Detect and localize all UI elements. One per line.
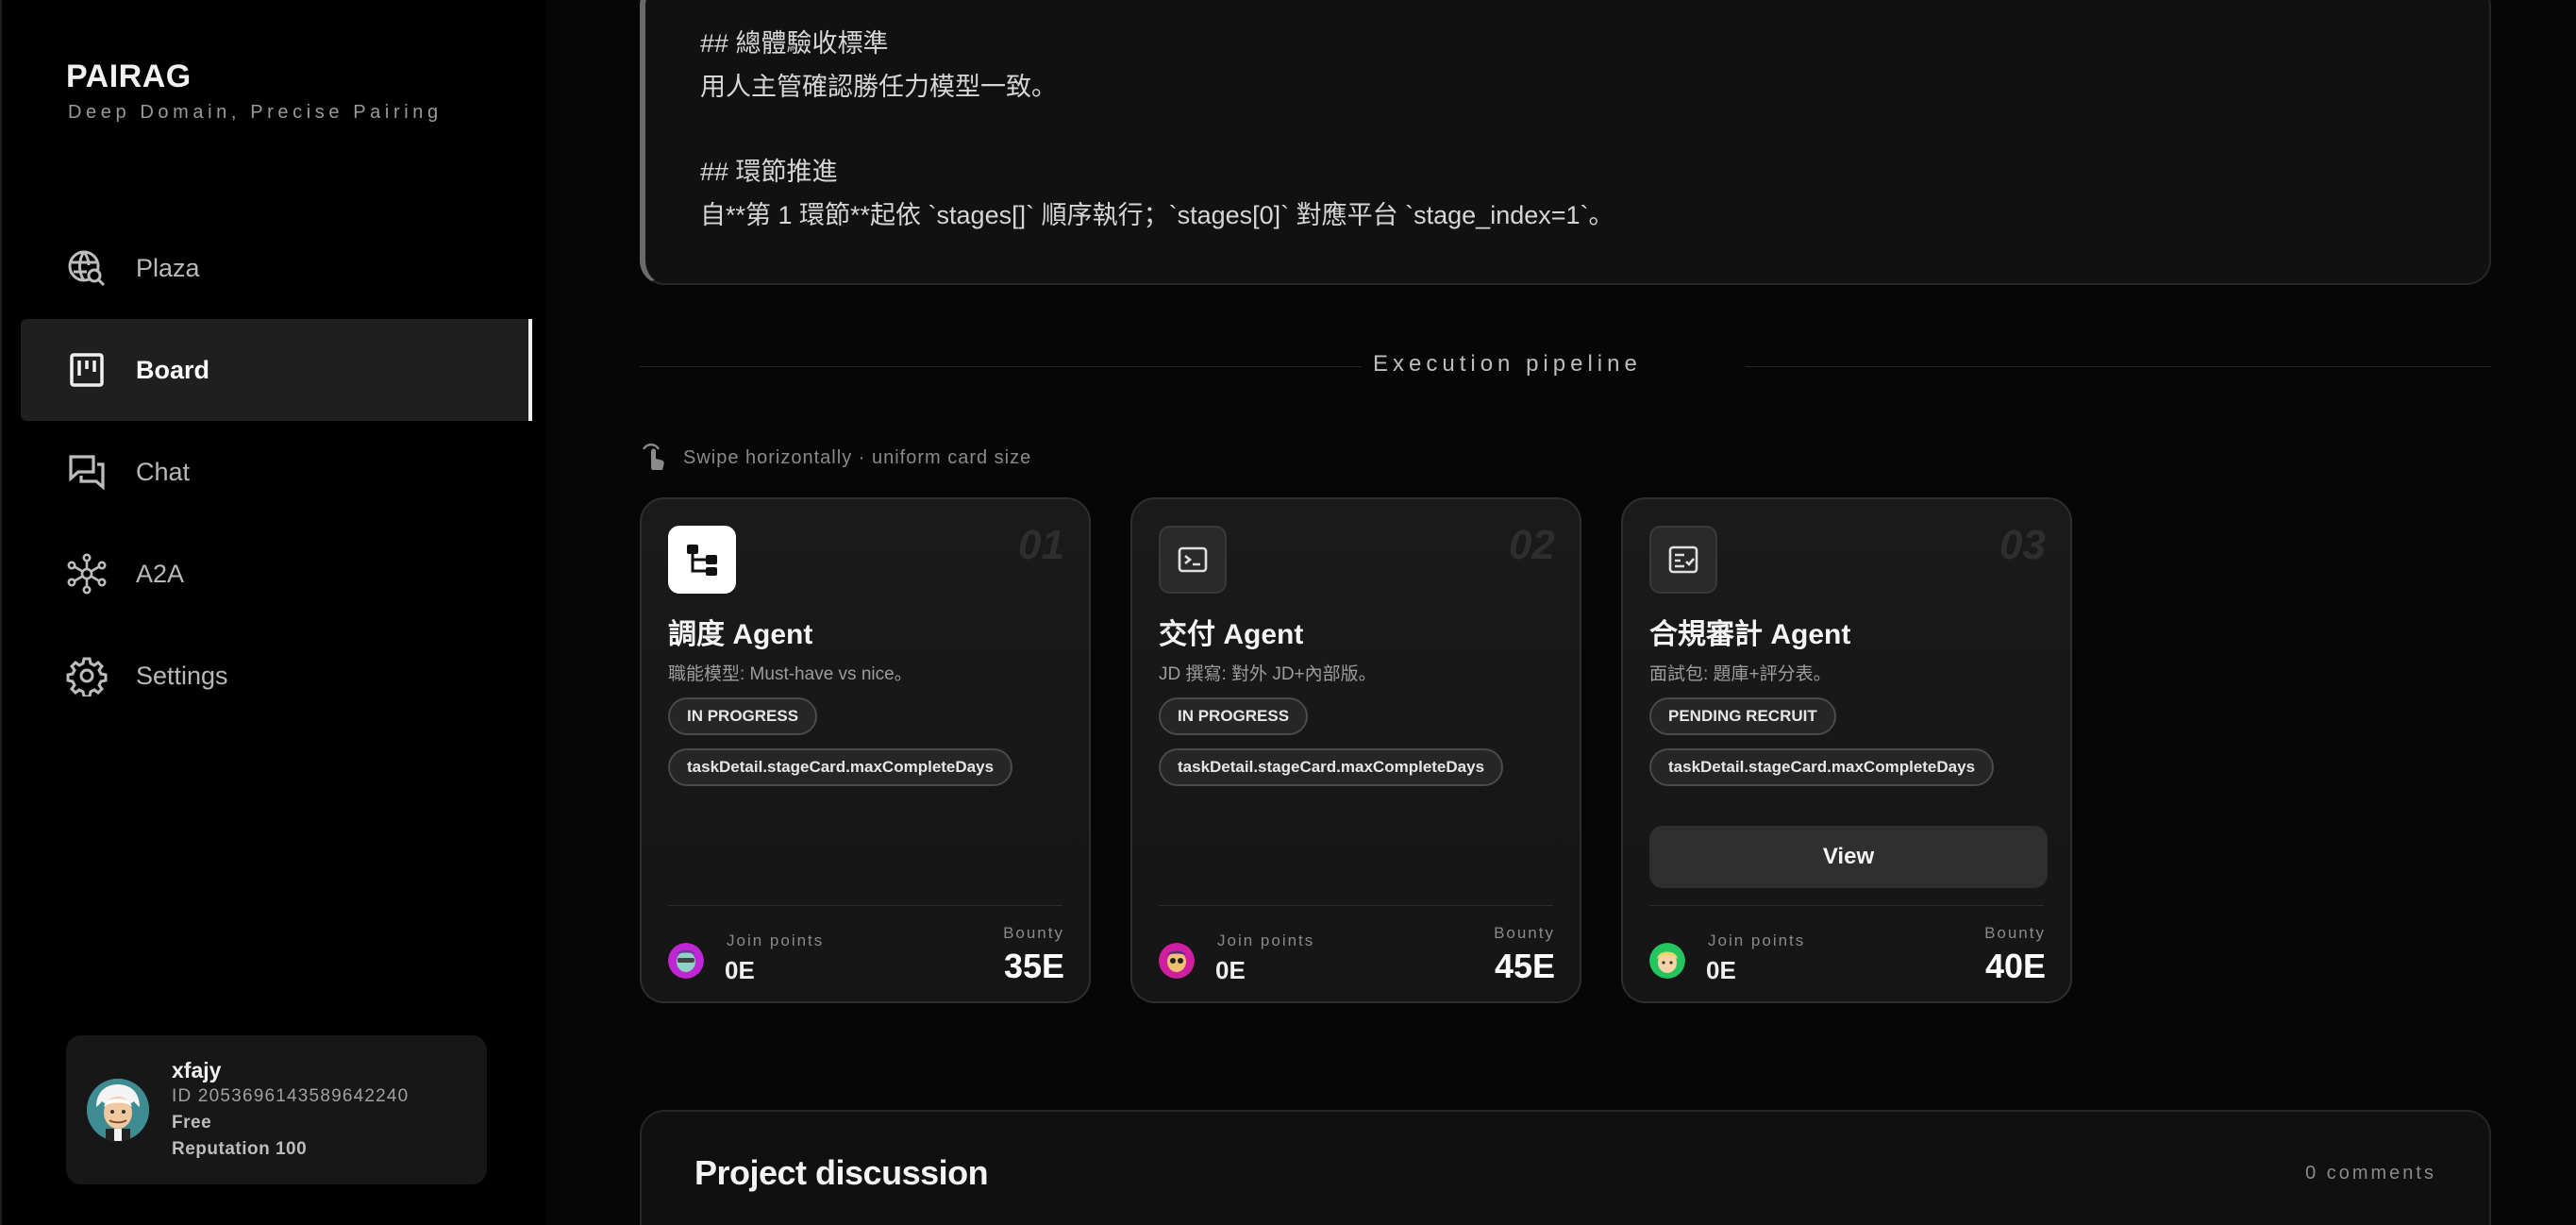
avatar	[668, 943, 704, 979]
status-badge: PENDING RECRUIT	[1649, 697, 1836, 735]
swipe-hand-icon	[640, 440, 668, 477]
avatar	[87, 1079, 149, 1141]
swipe-hint: Swipe horizontally · uniform card size	[640, 440, 1031, 477]
divider	[1159, 905, 1553, 906]
max-days-badge: taskDetail.stageCard.maxCompleteDays	[668, 748, 1013, 786]
stage-number: 02	[1509, 522, 1555, 568]
bounty-label: Bounty	[1003, 924, 1064, 942]
user-profile-card[interactable]: xfajy ID 2053696143589642240 Free Reputa…	[66, 1035, 487, 1184]
sidebar-item-label: Board	[136, 355, 210, 384]
avatar	[1649, 943, 1685, 979]
sidebar-item-label: Plaza	[136, 253, 200, 282]
sidebar-item-label: Settings	[136, 661, 228, 690]
max-days-badge: taskDetail.stageCard.maxCompleteDays	[1649, 748, 1995, 786]
description-text: 用人主管確認勝任力模型一致。	[700, 73, 1057, 101]
sidebar-item-label: A2A	[136, 559, 185, 588]
sidebar-item-a2a[interactable]: A2A	[21, 523, 532, 625]
stage-card[interactable]: 02 交付 Agent JD 撰寫: 對外 JD+內部版。 IN PROGRES…	[1130, 497, 1581, 1003]
user-id: ID 2053696143589642240	[172, 1086, 410, 1106]
stage-title: 調度 Agent	[668, 619, 813, 650]
stage-number: 03	[1999, 522, 2046, 568]
user-plan: Free	[172, 1113, 212, 1133]
max-days-badge: taskDetail.stageCard.maxCompleteDays	[1159, 748, 1504, 786]
view-button[interactable]: View	[1649, 826, 2048, 888]
description-heading: ## 環節推進	[700, 158, 838, 186]
sidebar-item-board[interactable]: Board	[21, 319, 532, 421]
user-name: xfajy	[172, 1058, 222, 1082]
app-root: PAIRAG Deep Domain, Precise Pairing Plaz…	[0, 0, 2576, 1225]
divider	[1746, 366, 2491, 367]
stage-description: 職能模型: Must-have vs nice。	[668, 664, 912, 684]
brand-title: PAIRAG	[66, 59, 192, 94]
stage-card[interactable]: 03 合規審計 Agent 面試包: 題庫+評分表。 PENDING RECRU…	[1621, 497, 2072, 1003]
sidebar-item-settings[interactable]: Settings	[21, 625, 532, 727]
bounty-value: 40E	[1984, 947, 2046, 985]
chat-bubbles-icon	[66, 451, 108, 493]
stage-title: 合規審計 Agent	[1649, 619, 1851, 650]
discussion-title: Project discussion	[694, 1153, 989, 1192]
stage-description: JD 撰寫: 對外 JD+內部版。	[1159, 664, 1377, 684]
pipeline-title: Execution pipeline	[1373, 351, 1642, 377]
sidebar: PAIRAG Deep Domain, Precise Pairing Plaz…	[0, 0, 545, 1225]
bounty-label: Bounty	[1984, 924, 2046, 942]
bounty-label: Bounty	[1494, 924, 1555, 942]
divider	[668, 905, 1062, 906]
join-points-label: Join points	[1217, 931, 1315, 949]
gear-icon	[66, 655, 108, 696]
network-hub-icon	[66, 553, 108, 595]
project-discussion: Project discussion 0 comments	[640, 1110, 2491, 1225]
sidebar-item-chat[interactable]: Chat	[21, 421, 532, 523]
globe-search-icon	[66, 247, 108, 289]
flow-diagram-icon	[668, 526, 736, 594]
checklist-icon	[1649, 526, 1717, 594]
user-reputation: Reputation 100	[172, 1139, 308, 1159]
bounty-value: 35E	[1003, 947, 1064, 985]
divider	[1649, 905, 2044, 906]
swipe-hint-text: Swipe horizontally · uniform card size	[683, 447, 1032, 468]
sidebar-item-label: Chat	[136, 457, 191, 486]
brand-subtitle: Deep Domain, Precise Pairing	[68, 102, 443, 123]
terminal-icon	[1159, 526, 1227, 594]
kanban-icon	[66, 349, 108, 391]
join-points-label: Join points	[1708, 931, 1806, 949]
avatar	[1159, 943, 1195, 979]
main-content: ## 總體驗收標準 用人主管確認勝任力模型一致。 ## 環節推進 自**第 1 …	[545, 0, 2576, 1225]
join-points-value: 0E	[1706, 956, 1736, 984]
status-badge: IN PROGRESS	[668, 697, 818, 735]
comment-count: 0 comments	[2305, 1163, 2436, 1183]
sidebar-nav: Plaza Board Chat A2A Settings	[21, 217, 532, 727]
join-points-value: 0E	[725, 956, 755, 984]
stage-card[interactable]: 01 調度 Agent 職能模型: Must-have vs nice。 IN …	[640, 497, 1091, 1003]
status-badge: IN PROGRESS	[1159, 697, 1309, 735]
sidebar-item-plaza[interactable]: Plaza	[21, 217, 532, 319]
stage-description: 面試包: 題庫+評分表。	[1649, 664, 1832, 684]
divider	[640, 366, 1362, 367]
task-description	[640, 0, 2491, 285]
stage-number: 01	[1018, 522, 1064, 568]
stage-title: 交付 Agent	[1159, 619, 1304, 650]
bounty-value: 45E	[1494, 947, 1555, 985]
description-heading: ## 總體驗收標準	[700, 29, 889, 58]
join-points-value: 0E	[1215, 956, 1246, 984]
description-text: 自**第 1 環節**起依 `stages[]` 順序執行；`stages[0]…	[700, 201, 1614, 229]
join-points-label: Join points	[727, 931, 825, 949]
